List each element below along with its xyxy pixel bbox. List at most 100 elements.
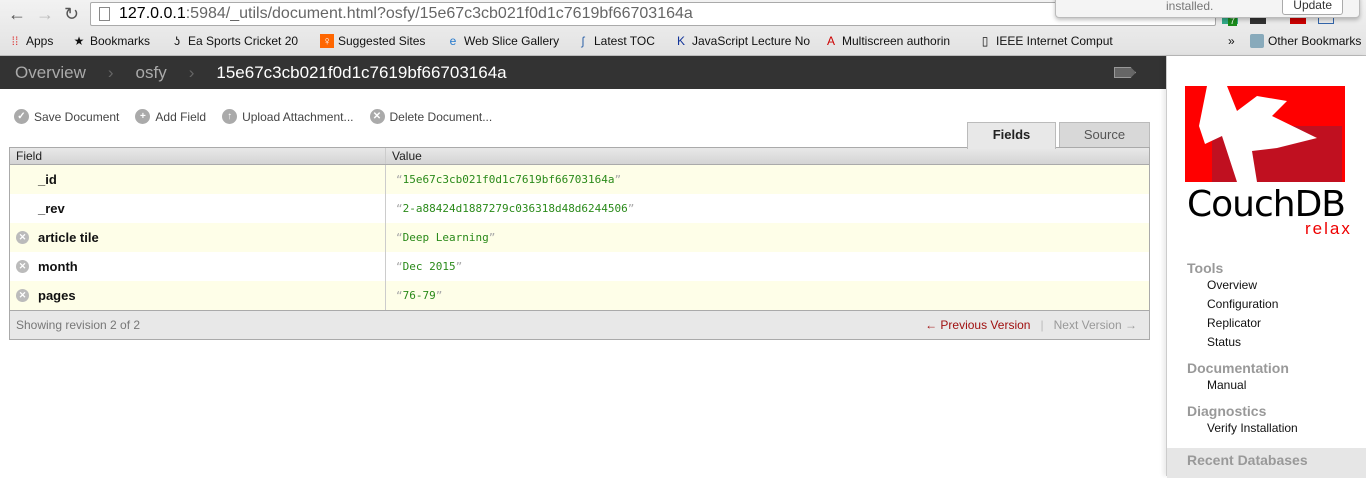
bookmark-label: Multiscreen authorin bbox=[842, 34, 951, 48]
upload-attachment-button[interactable]: ↑ Upload Attachment... bbox=[222, 109, 354, 124]
update-popup: installed. Update bbox=[1055, 0, 1360, 18]
field-value[interactable]: “15e67c3cb021f0d1c7619bf66703164a” bbox=[386, 173, 621, 186]
address-bar[interactable]: 127.0.0.1:5984/_utils/document.html?osfy… bbox=[90, 2, 1216, 26]
logo-tagline: relax bbox=[1305, 219, 1352, 238]
quote: “ bbox=[396, 231, 403, 244]
url-path: :5984/_utils/document.html?osfy/15e67c3c… bbox=[185, 5, 693, 22]
field-name[interactable]: ✕ month bbox=[10, 252, 386, 281]
button-label: Delete Document... bbox=[389, 109, 493, 124]
breadcrumb-separator: › bbox=[107, 62, 114, 82]
table-row: _id “15e67c3cb021f0d1c7619bf66703164a” bbox=[10, 165, 1149, 194]
reload-icon[interactable]: ↻ bbox=[64, 4, 79, 25]
bookmark-latest-toc[interactable]: ʃ Latest TOC bbox=[576, 34, 655, 48]
sidebar-item-manual[interactable]: Manual bbox=[1167, 376, 1366, 395]
bookmark-label: JavaScript Lecture No bbox=[692, 34, 811, 48]
bookmark-label: Suggested Sites bbox=[338, 34, 426, 48]
bookmark-label: Other Bookmarks bbox=[1268, 34, 1362, 48]
field-label: _id bbox=[38, 172, 57, 187]
sidebar-item-overview[interactable]: Overview bbox=[1167, 276, 1366, 295]
bookmark-label: Web Slice Gallery bbox=[464, 34, 560, 48]
field-name[interactable]: _id bbox=[10, 165, 386, 194]
more-bookmarks[interactable]: » bbox=[1228, 34, 1235, 48]
quote: ” bbox=[455, 260, 463, 273]
field-value[interactable]: “Deep Learning” bbox=[386, 231, 495, 244]
more-chevron: » bbox=[1228, 34, 1235, 48]
close-icon: ✕ bbox=[369, 109, 385, 124]
value-text: 2-a88424d1887279c036318d48d6244506 bbox=[402, 202, 628, 215]
browser-chrome: ← → ↻ 127.0.0.1:5984/_utils/document.htm… bbox=[0, 0, 1366, 56]
quote: “ bbox=[396, 173, 403, 186]
header-value: Value bbox=[392, 149, 422, 163]
bookmark-label: Bookmarks bbox=[90, 34, 151, 48]
delete-field-icon[interactable]: ✕ bbox=[16, 260, 29, 273]
url-host: 127.0.0.1 bbox=[119, 5, 186, 22]
bookmark-suggested-sites[interactable]: ♀ Suggested Sites bbox=[320, 34, 425, 48]
plus-icon: + bbox=[135, 109, 151, 124]
previous-version-link[interactable]: ← Previous Version bbox=[925, 318, 1030, 332]
field-label: pages bbox=[38, 288, 76, 303]
forward-icon[interactable]: → bbox=[36, 4, 54, 25]
section-documentation: Documentation bbox=[1187, 360, 1289, 376]
delete-field-icon[interactable]: ✕ bbox=[16, 289, 29, 302]
toc-icon: ʃ bbox=[581, 34, 585, 48]
bookmark-label: Latest TOC bbox=[594, 34, 655, 48]
bookmark-web-slice[interactable]: e Web Slice Gallery bbox=[446, 34, 560, 48]
breadcrumb-separator: › bbox=[188, 62, 195, 82]
field-name[interactable]: _rev bbox=[10, 194, 386, 223]
update-button[interactable]: Update bbox=[1282, 0, 1343, 15]
page-icon bbox=[99, 7, 110, 21]
bookmark-javascript[interactable]: K JavaScript Lecture No bbox=[674, 34, 810, 48]
button-label: Add Field bbox=[155, 109, 207, 124]
ea-icon: ʖ bbox=[174, 34, 180, 48]
field-value[interactable]: “Dec 2015” bbox=[386, 260, 462, 273]
ie-icon: e bbox=[449, 34, 457, 48]
sidebar-item-verify-installation[interactable]: Verify Installation bbox=[1167, 419, 1366, 438]
value-text: Deep Learning bbox=[402, 231, 489, 244]
breadcrumb-database[interactable]: osfy bbox=[136, 63, 167, 83]
tab-source[interactable]: Source bbox=[1059, 122, 1150, 148]
button-label: Upload Attachment... bbox=[242, 109, 354, 124]
bookmark-bookmarks[interactable]: ★ Bookmarks bbox=[72, 34, 150, 48]
add-field-button[interactable]: + Add Field bbox=[135, 109, 206, 124]
recent-databases-section: Recent Databases bbox=[1167, 448, 1366, 478]
breadcrumb: Overview › osfy › 15e67c3cb021f0d1c7619b… bbox=[0, 56, 1166, 89]
field-label: _rev bbox=[38, 201, 65, 216]
field-name[interactable]: ✕ article tile bbox=[10, 223, 386, 252]
breadcrumb-overview[interactable]: Overview bbox=[15, 63, 86, 83]
delete-document-button[interactable]: ✕ Delete Document... bbox=[369, 109, 493, 124]
table-header: Field Value bbox=[10, 148, 1149, 165]
table-row: ✕ pages “76-79” bbox=[10, 281, 1149, 310]
other-bookmarks[interactable]: Other Bookmarks bbox=[1250, 34, 1361, 48]
button-label: Save Document bbox=[34, 109, 120, 124]
table-footer: Showing revision 2 of 2 ← Previous Versi… bbox=[10, 310, 1149, 339]
bookmark-ea-sports[interactable]: ʖ Ea Sports Cricket 20 bbox=[170, 34, 298, 48]
quote: “ bbox=[396, 260, 403, 273]
bulb-icon: ♀ bbox=[320, 34, 334, 48]
field-name[interactable]: ✕ pages bbox=[10, 281, 386, 310]
quote: ” bbox=[435, 289, 443, 302]
table-row: ✕ month “Dec 2015” bbox=[10, 252, 1149, 281]
field-label: article tile bbox=[38, 230, 99, 245]
field-label: month bbox=[38, 259, 78, 274]
field-value[interactable]: “76-79” bbox=[386, 289, 442, 302]
bookmark-apps[interactable]: ⁞⁞ Apps bbox=[8, 34, 54, 48]
sidebar-item-configuration[interactable]: Configuration bbox=[1167, 295, 1366, 314]
bookmark-label: IEEE Internet Comput bbox=[996, 34, 1113, 48]
sidebar-item-status[interactable]: Status bbox=[1167, 333, 1366, 352]
bookmark-ieee[interactable]: ▯ IEEE Internet Comput bbox=[978, 34, 1113, 48]
bookmark-multiscreen[interactable]: A Multiscreen authorin bbox=[824, 34, 950, 48]
tag-icon[interactable] bbox=[1114, 67, 1136, 78]
save-document-button[interactable]: ✓ Save Document bbox=[14, 109, 119, 124]
back-icon[interactable]: ← bbox=[8, 4, 26, 25]
couchdb-logo[interactable] bbox=[1167, 56, 1366, 186]
sidebar-item-replicator[interactable]: Replicator bbox=[1167, 314, 1366, 333]
value-text: Dec 2015 bbox=[402, 260, 456, 273]
field-value[interactable]: “2-a88424d1887279c036318d48d6244506” bbox=[386, 202, 634, 215]
delete-field-icon[interactable]: ✕ bbox=[16, 231, 29, 244]
section-recent-databases: Recent Databases bbox=[1187, 452, 1308, 468]
table-row: ✕ article tile “Deep Learning” bbox=[10, 223, 1149, 252]
apps-icon: ⁞⁞ bbox=[11, 34, 19, 48]
document-toolbar: ✓ Save Document + Add Field ↑ Upload Attach… bbox=[14, 109, 492, 124]
quote: ” bbox=[627, 202, 635, 215]
tab-fields[interactable]: Fields bbox=[967, 122, 1056, 149]
